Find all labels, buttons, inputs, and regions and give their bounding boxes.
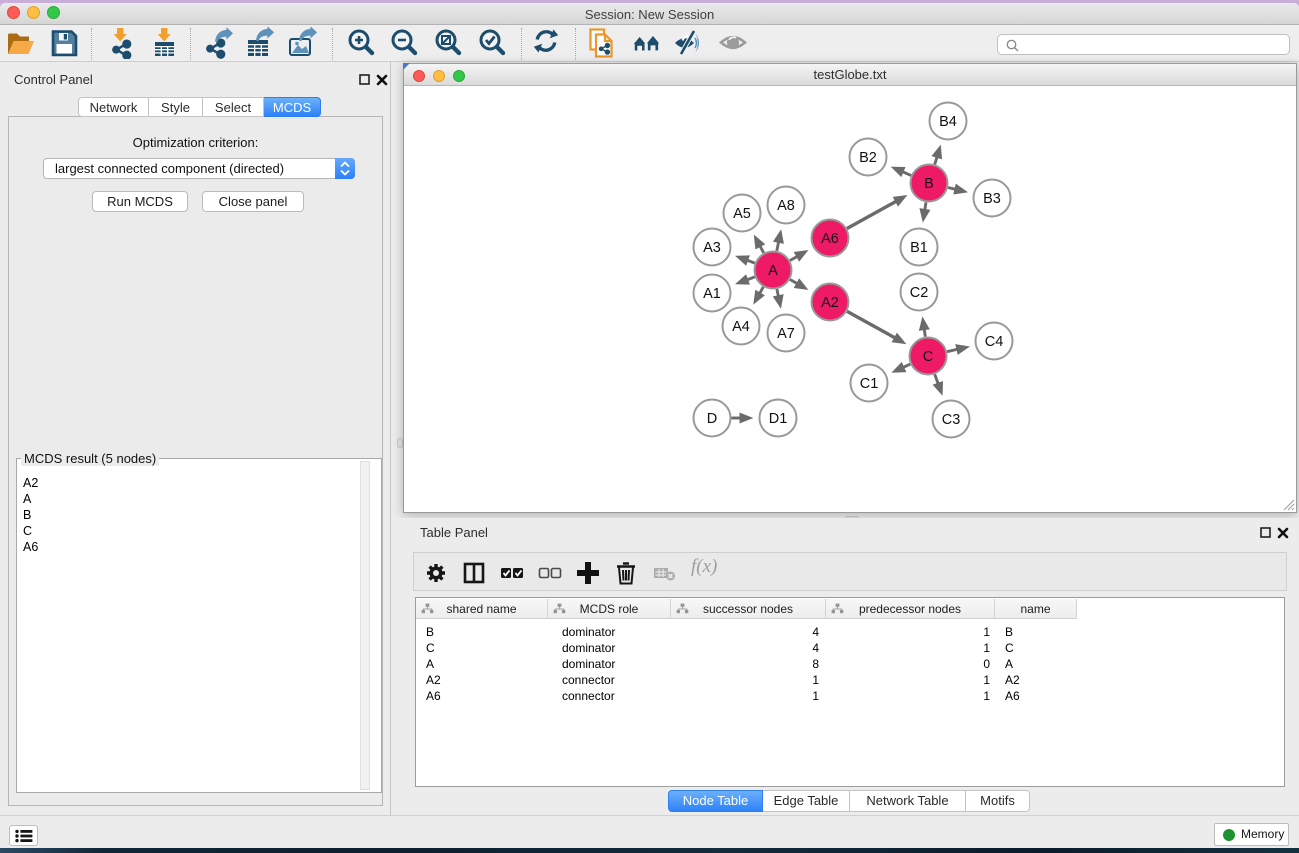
svg-text:A: A [768, 263, 778, 279]
svg-text:A1: A1 [703, 286, 721, 302]
svg-text:D1: D1 [769, 411, 788, 427]
svg-text:A6: A6 [821, 231, 839, 247]
svg-text:D: D [707, 411, 717, 427]
svg-text:B2: B2 [859, 150, 877, 166]
svg-text:C3: C3 [942, 412, 961, 428]
svg-text:B: B [924, 176, 934, 192]
svg-text:B3: B3 [983, 191, 1001, 207]
svg-text:B4: B4 [939, 114, 957, 130]
svg-text:C2: C2 [910, 285, 929, 301]
svg-text:C4: C4 [985, 334, 1004, 350]
svg-text:B1: B1 [910, 240, 928, 256]
svg-text:A2: A2 [821, 295, 839, 311]
svg-text:A5: A5 [733, 206, 751, 222]
svg-text:C1: C1 [860, 376, 879, 392]
svg-text:A8: A8 [777, 198, 795, 214]
svg-text:A3: A3 [703, 240, 721, 256]
svg-text:C: C [923, 349, 933, 365]
svg-text:A4: A4 [732, 319, 750, 335]
svg-text:A7: A7 [777, 326, 795, 342]
